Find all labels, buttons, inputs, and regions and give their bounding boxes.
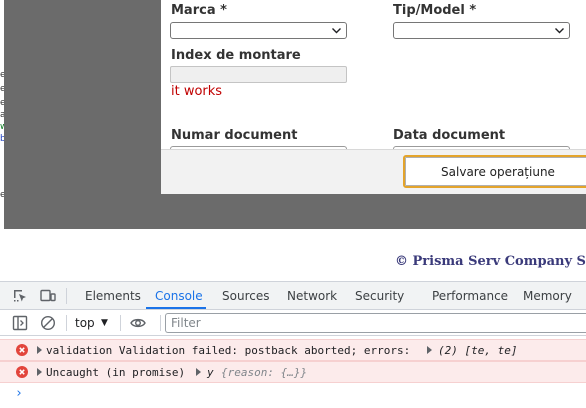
expand-arrow-icon[interactable] <box>37 368 42 376</box>
error-icon <box>16 366 28 378</box>
device-toolbar-icon[interactable] <box>40 288 56 304</box>
console-error-row[interactable]: Uncaught (in promise) y {reason: {…}} <box>0 361 586 383</box>
modal-dialog: Marca * Tip/Model * Index de montare it … <box>161 0 586 194</box>
console-object-preview[interactable]: {reason: {…}} <box>221 366 307 379</box>
tip-model-select[interactable] <box>393 22 570 39</box>
save-operation-button[interactable]: Salvare operațiune <box>403 155 586 188</box>
tab-memory[interactable]: Memory <box>523 289 572 303</box>
tab-performance[interactable]: Performance <box>432 289 508 303</box>
error-icon <box>16 344 28 356</box>
console-object-preview[interactable]: (2) [te, te] <box>438 344 517 357</box>
chevron-down-icon <box>555 28 564 34</box>
toolbar-divider <box>66 315 67 331</box>
numar-document-label: Numar document <box>171 128 298 143</box>
tab-elements[interactable]: Elements <box>85 289 141 303</box>
console-object-prefix[interactable]: y <box>207 366 214 379</box>
marca-select[interactable] <box>170 22 347 39</box>
tab-sources[interactable]: Sources <box>222 289 269 303</box>
data-document-label: Data document <box>393 128 506 143</box>
expand-arrow-icon[interactable] <box>37 346 42 354</box>
web-page: e e e a w b e Marca * Tip/Model * Index … <box>0 0 586 280</box>
tab-security[interactable]: Security <box>355 289 404 303</box>
clear-console-icon[interactable] <box>40 315 56 331</box>
console-toolbar: top ▼ <box>0 310 586 336</box>
console-message-text: validation Validation failed: postback a… <box>46 344 411 357</box>
devtools-tab-bar: Elements Console Sources Network Securit… <box>0 282 586 310</box>
index-montare-input <box>170 66 347 83</box>
toolbar-divider <box>66 288 67 304</box>
active-tab-indicator <box>146 307 206 309</box>
sidebar-toggle-icon[interactable] <box>12 315 28 331</box>
expand-arrow-icon[interactable] <box>427 346 432 354</box>
modal-form: Marca * Tip/Model * Index de montare it … <box>161 0 586 149</box>
console-filter-input[interactable] <box>165 313 586 333</box>
index-montare-label: Index de montare <box>171 48 301 63</box>
marca-label: Marca * <box>171 3 227 18</box>
inspect-element-icon[interactable] <box>12 288 28 304</box>
console-error-row[interactable]: validation Validation failed: postback a… <box>0 339 586 361</box>
toolbar-divider <box>160 315 161 331</box>
eye-icon[interactable] <box>130 315 146 331</box>
toolbar-divider <box>120 315 121 331</box>
console-prompt[interactable]: › <box>15 386 23 401</box>
save-operation-label: Salvare operațiune <box>405 157 586 186</box>
chevron-down-icon <box>332 28 341 34</box>
tab-network[interactable]: Network <box>287 289 337 303</box>
devtools-panel: Elements Console Sources Network Securit… <box>0 281 586 408</box>
dropdown-arrow-icon[interactable]: ▼ <box>101 318 108 328</box>
expand-arrow-icon[interactable] <box>196 368 201 376</box>
tab-console[interactable]: Console <box>155 289 203 303</box>
context-selector[interactable]: top <box>75 316 95 330</box>
status-message: it works <box>171 84 223 99</box>
modal-footer: Salvare operațiune <box>161 149 586 194</box>
console-message-text: Uncaught (in promise) <box>46 366 186 379</box>
copyright-text: © Prisma Serv Company SRL I <box>395 254 586 269</box>
tip-model-label: Tip/Model * <box>393 3 477 18</box>
